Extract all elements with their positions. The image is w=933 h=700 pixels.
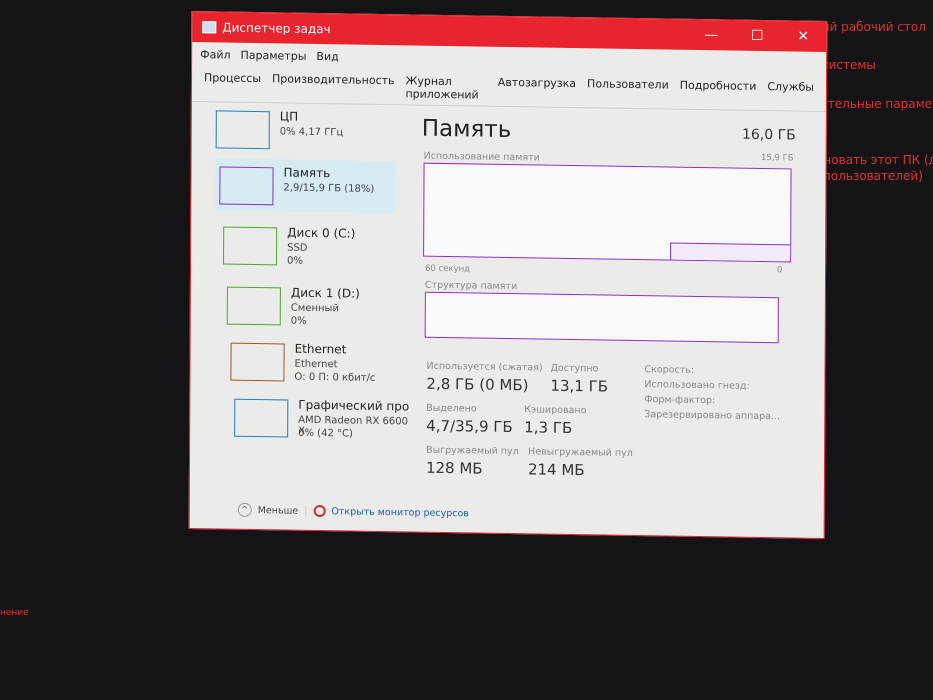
mini-graph xyxy=(215,110,270,150)
usage-max: 15,9 ГБ xyxy=(760,152,794,164)
sidebar-item-name: Память xyxy=(283,165,331,181)
app-icon xyxy=(202,21,217,34)
sidebar-item[interactable]: Диск 1 (D:) Сменный 0% xyxy=(223,279,403,334)
stat-value: 1,3 ГБ xyxy=(524,418,573,438)
sidebar-item-name: Графический про xyxy=(298,397,410,414)
mini-graph xyxy=(223,226,278,266)
usage-label: Использование памяти xyxy=(423,150,540,164)
stat-label: Кэшировано xyxy=(524,404,587,417)
stat-label: Выгружаемый пул xyxy=(426,444,519,458)
stats: Используется (сжатая) 2,8 ГБ (0 МБ) Дост… xyxy=(426,361,647,479)
prop-reserved: Зарезервировано аппара... xyxy=(644,409,781,423)
usage-fill xyxy=(670,243,791,262)
mini-graph xyxy=(219,166,274,206)
sidebar-item-detail: SSD xyxy=(287,242,308,254)
mini-graph xyxy=(230,342,285,382)
tab-users[interactable]: Пользователи xyxy=(587,77,669,104)
sidebar-item-detail: Ethernet xyxy=(294,358,338,371)
sidebar-item-name: Ethernet xyxy=(294,341,347,357)
sidebar-item[interactable]: Графический про AMD Radeon RX 6600 X 0% … xyxy=(230,391,410,446)
desktop-text: ительные параметр xyxy=(820,97,933,111)
close-button[interactable]: ✕ xyxy=(780,28,826,45)
task-manager-window: Диспетчер задач — ☐ ✕ Файл Параметры Вид… xyxy=(188,11,828,539)
memory-properties: Скорость: Использовано гнезд: Форм-факто… xyxy=(644,362,780,424)
x-axis-left: 60 секунд xyxy=(425,263,471,275)
sidebar-item-detail: 2,9/15,9 ГБ (18%) xyxy=(283,182,375,195)
total-memory: 16,0 ГБ xyxy=(741,126,796,144)
maximize-button[interactable]: ☐ xyxy=(734,28,780,45)
memory-structure-bar xyxy=(424,291,779,344)
sidebar-item-name: Диск 1 (D:) xyxy=(290,285,360,301)
stat-value: 2,8 ГБ (0 МБ) xyxy=(426,374,529,395)
sidebar-item-detail: 0% xyxy=(287,255,303,267)
sidebar-item[interactable]: ЦП 0% 4,17 ГГц xyxy=(212,102,392,157)
chevron-up-icon: ^ xyxy=(237,502,252,517)
minimize-button[interactable]: — xyxy=(688,27,734,44)
stat-value: 128 МБ xyxy=(425,458,483,478)
sidebar-item[interactable]: Память 2,9/15,9 ГБ (18%) xyxy=(215,158,396,214)
tab-app-history[interactable]: Журнал приложений xyxy=(405,74,486,101)
structure-label: Структура памяти xyxy=(424,279,518,293)
sidebar-item[interactable]: Диск 0 (C:) SSD 0% xyxy=(219,218,399,273)
stat-label: Используется (сжатая) xyxy=(426,360,543,374)
mini-graph xyxy=(226,286,281,326)
desktop-text: х пользователей) xyxy=(812,169,923,183)
sidebar-item-detail: 0% xyxy=(290,315,307,327)
stat-value: 4,7/35,9 ГБ xyxy=(426,416,513,437)
sidebar-item-detail: 0% (42 °C) xyxy=(298,427,353,440)
stat-label: Выделено xyxy=(426,402,477,415)
resource-monitor-icon xyxy=(313,504,326,518)
stat-label: Невыгружаемый пул xyxy=(528,446,633,459)
sidebar-item-detail: Сменный xyxy=(290,302,339,315)
tab-startup[interactable]: Автозагрузка xyxy=(498,76,576,103)
menu-file[interactable]: Файл xyxy=(200,48,230,61)
tab-performance[interactable]: Производительность xyxy=(272,72,395,100)
sidebar-item-detail: О: 0 П: 0 кбит/с xyxy=(294,371,376,384)
x-axis-right: 0 xyxy=(777,265,783,276)
fewer-details-button[interactable]: Меньше xyxy=(258,505,298,517)
footer: ^ Меньше | Открыть монитор ресурсов xyxy=(237,502,469,521)
window-title: Диспетчер задач xyxy=(222,20,331,37)
sidebar-item[interactable]: Ethernet Ethernet О: 0 П: 0 кбит/с xyxy=(226,335,406,390)
stat-value: 13,1 ГБ xyxy=(550,376,609,396)
stat-value: 214 МБ xyxy=(527,460,585,480)
desktop-text: системы xyxy=(822,58,876,72)
memory-usage-graph xyxy=(423,162,792,263)
tab-processes[interactable]: Процессы xyxy=(204,71,261,98)
page-title: Память xyxy=(421,115,512,144)
open-resource-monitor-link[interactable]: Открыть монитор ресурсов xyxy=(331,506,469,519)
stat-label: Доступно xyxy=(550,362,599,375)
desktop-text: нение xyxy=(0,608,29,618)
tab-services[interactable]: Службы xyxy=(767,80,814,107)
sidebar-item-name: ЦП xyxy=(279,109,299,124)
menu-view[interactable]: Вид xyxy=(316,50,338,63)
desktop-text: еновать этот ПК (для xyxy=(816,153,933,167)
menu-options[interactable]: Параметры xyxy=(240,49,306,63)
desktop-text: ый рабочий стол xyxy=(820,20,926,34)
mini-graph xyxy=(234,398,289,438)
sidebar-item-detail: 0% 4,17 ГГц xyxy=(279,126,344,139)
tab-details[interactable]: Подробности xyxy=(680,79,757,106)
sidebar-item-name: Диск 0 (C:) xyxy=(287,225,356,241)
